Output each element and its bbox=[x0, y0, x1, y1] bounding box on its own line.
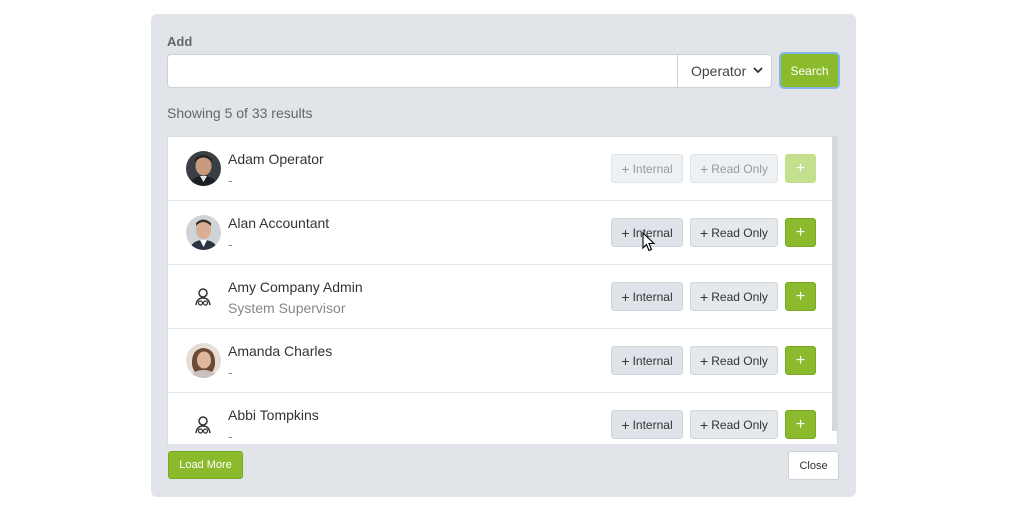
internal-label: Internal bbox=[632, 225, 673, 240]
plus-icon: + bbox=[621, 288, 630, 305]
internal-button[interactable]: + Internal bbox=[611, 154, 683, 183]
role-select[interactable]: Operator bbox=[677, 54, 772, 88]
search-input[interactable] bbox=[167, 54, 679, 88]
add-button[interactable]: + bbox=[785, 410, 816, 439]
user-subtitle: - bbox=[228, 364, 233, 380]
avatar bbox=[186, 151, 221, 186]
user-list: Adam Operator - + Internal + Read Only + bbox=[167, 136, 838, 444]
plus-icon: + bbox=[621, 352, 630, 369]
read-only-button[interactable]: + Read Only bbox=[690, 218, 778, 247]
user-icon bbox=[193, 287, 213, 307]
user-name: Adam Operator bbox=[228, 151, 324, 167]
add-button[interactable]: + bbox=[785, 346, 816, 375]
user-subtitle: - bbox=[228, 236, 233, 252]
read-only-label: Read Only bbox=[711, 161, 768, 176]
list-item: Abbi Tompkins - + Internal + Read Only + bbox=[168, 393, 833, 444]
close-button[interactable]: Close bbox=[788, 451, 839, 480]
internal-button[interactable]: + Internal bbox=[611, 410, 683, 439]
internal-label: Internal bbox=[632, 353, 673, 368]
load-more-button[interactable]: Load More bbox=[168, 451, 243, 479]
read-only-label: Read Only bbox=[711, 289, 768, 304]
read-only-label: Read Only bbox=[711, 417, 768, 432]
plus-icon: + bbox=[621, 416, 630, 433]
read-only-label: Read Only bbox=[711, 225, 768, 240]
internal-label: Internal bbox=[632, 289, 673, 304]
list-item: Alan Accountant - + Internal + Read Only… bbox=[168, 201, 833, 265]
read-only-button[interactable]: + Read Only bbox=[690, 154, 778, 183]
plus-icon: + bbox=[621, 160, 630, 177]
read-only-button[interactable]: + Read Only bbox=[690, 410, 778, 439]
user-subtitle: - bbox=[228, 172, 233, 188]
avatar bbox=[186, 343, 221, 378]
user-subtitle: System Supervisor bbox=[228, 300, 346, 316]
internal-label: Internal bbox=[632, 161, 673, 176]
plus-icon: + bbox=[700, 416, 709, 433]
internal-button[interactable]: + Internal bbox=[611, 282, 683, 311]
internal-label: Internal bbox=[632, 417, 673, 432]
add-button[interactable]: + bbox=[785, 154, 816, 183]
read-only-button[interactable]: + Read Only bbox=[690, 282, 778, 311]
user-name: Amanda Charles bbox=[228, 343, 333, 359]
user-name: Alan Accountant bbox=[228, 215, 330, 231]
avatar bbox=[186, 215, 221, 250]
plus-icon: + bbox=[700, 160, 709, 177]
user-subtitle: - bbox=[228, 428, 233, 444]
search-row: Operator Search bbox=[167, 52, 840, 89]
user-name: Abbi Tompkins bbox=[228, 407, 319, 423]
add-users-dialog: Add Operator Search Showing 5 of 33 resu… bbox=[151, 14, 856, 497]
add-label: Add bbox=[167, 34, 193, 49]
plus-icon: + bbox=[621, 224, 630, 241]
add-button[interactable]: + bbox=[785, 282, 816, 311]
internal-button[interactable]: + Internal bbox=[611, 346, 683, 375]
results-count: Showing 5 of 33 results bbox=[167, 105, 313, 121]
read-only-label: Read Only bbox=[711, 353, 768, 368]
plus-icon: + bbox=[700, 224, 709, 241]
list-item: Amy Company Admin System Supervisor + In… bbox=[168, 265, 833, 329]
user-name: Amy Company Admin bbox=[228, 279, 363, 295]
role-select-value: Operator bbox=[691, 63, 747, 79]
user-icon bbox=[193, 415, 213, 435]
plus-icon: + bbox=[700, 352, 709, 369]
list-item: Amanda Charles - + Internal + Read Only … bbox=[168, 329, 833, 393]
plus-icon: + bbox=[700, 288, 709, 305]
read-only-button[interactable]: + Read Only bbox=[690, 346, 778, 375]
add-button[interactable]: + bbox=[785, 218, 816, 247]
list-item: Adam Operator - + Internal + Read Only + bbox=[168, 137, 833, 201]
chevron-down-icon bbox=[753, 65, 763, 78]
internal-button[interactable]: + Internal bbox=[611, 218, 683, 247]
search-button[interactable]: Search bbox=[779, 52, 840, 89]
